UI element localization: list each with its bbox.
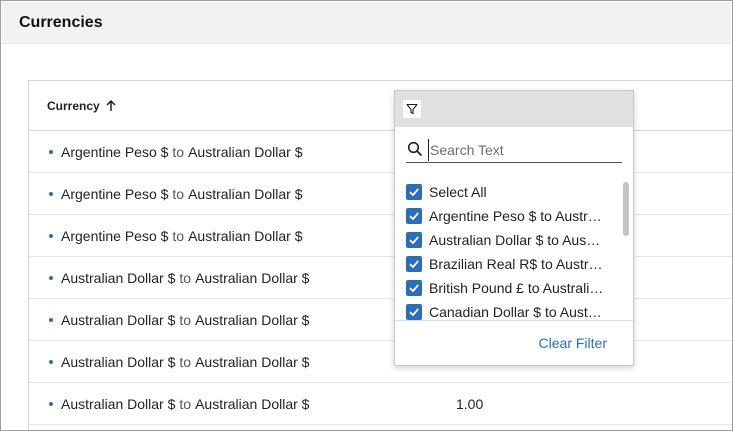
filter-option[interactable]: Canadian Dollar $ to Australian Dollar $ bbox=[406, 300, 616, 320]
to-word: to bbox=[179, 312, 192, 328]
column-header-label: Currency bbox=[47, 99, 100, 113]
rate-cell: 1.00 bbox=[456, 396, 484, 412]
clear-filter-button[interactable]: Clear Filter bbox=[539, 335, 607, 351]
filter-option[interactable]: Brazilian Real R$ to Australian Dollar $ bbox=[406, 252, 616, 276]
currency-cell: Australian Dollar $ to Australian Dollar $ bbox=[49, 396, 309, 412]
bullet-icon bbox=[49, 192, 53, 196]
page-title: Currencies bbox=[19, 14, 103, 31]
checkmark-icon bbox=[409, 188, 419, 197]
select-all-checkbox[interactable]: Select All bbox=[406, 180, 616, 204]
currency-cell: Argentine Peso $ to Australian Dollar $ bbox=[49, 186, 302, 202]
filter-popup: Select All Argentine Peso $ to Australian… bbox=[394, 90, 634, 366]
currency-to: Australian Dollar $ bbox=[188, 186, 303, 202]
filter-option[interactable]: Argentine Peso $ to Australian Dollar $ bbox=[406, 204, 616, 228]
page-header: Currencies bbox=[2, 2, 731, 44]
checklist-scrollbar[interactable] bbox=[623, 182, 629, 236]
filter-option[interactable]: Australian Dollar $ to Australian Dollar… bbox=[406, 228, 616, 252]
search-field bbox=[406, 139, 622, 163]
currency-from: Australian Dollar $ bbox=[61, 396, 176, 412]
checkmark-icon bbox=[409, 212, 419, 221]
currency-to: Australian Dollar $ bbox=[188, 144, 303, 160]
checkbox[interactable] bbox=[406, 256, 422, 272]
currency-from: Australian Dollar $ bbox=[61, 312, 176, 328]
filter-option-label: Australian Dollar $ to Australian Dollar… bbox=[429, 232, 604, 248]
bullet-icon bbox=[49, 360, 53, 364]
filter-checklist: Select All Argentine Peso $ to Australian… bbox=[406, 180, 616, 320]
filter-tab[interactable] bbox=[403, 100, 421, 118]
filter-tabbar bbox=[395, 91, 633, 127]
checkbox[interactable] bbox=[406, 208, 422, 224]
filter-footer: Clear Filter bbox=[395, 320, 633, 367]
table-row[interactable]: Australian Dollar $ to Australian Dollar $… bbox=[29, 383, 732, 425]
search-input[interactable] bbox=[428, 139, 620, 161]
to-word: to bbox=[172, 186, 185, 202]
checkmark-icon bbox=[409, 260, 419, 269]
currency-cell: Argentine Peso $ to Australian Dollar $ bbox=[49, 144, 302, 160]
checkbox[interactable] bbox=[406, 184, 422, 200]
currency-from: Argentine Peso $ bbox=[61, 144, 169, 160]
filter-option-label: Canadian Dollar $ to Australian Dollar $ bbox=[429, 304, 604, 320]
currency-from: Argentine Peso $ bbox=[61, 228, 169, 244]
currency-cell: Australian Dollar $ to Australian Dollar $ bbox=[49, 312, 309, 328]
checkmark-icon bbox=[409, 308, 419, 317]
currency-from: Australian Dollar $ bbox=[61, 354, 176, 370]
currency-to: Australian Dollar $ bbox=[188, 228, 303, 244]
filter-icon bbox=[406, 103, 418, 115]
filter-option-label: British Pound £ to Australian Dollar $ bbox=[429, 280, 604, 296]
currency-to: Australian Dollar $ bbox=[195, 270, 310, 286]
filter-option-label: Brazilian Real R$ to Australian Dollar $ bbox=[429, 256, 604, 272]
filter-option-label: Argentine Peso $ to Australian Dollar $ bbox=[429, 208, 604, 224]
currency-cell: Argentine Peso $ to Australian Dollar $ bbox=[49, 228, 302, 244]
currency-from: Australian Dollar $ bbox=[61, 270, 176, 286]
bullet-icon bbox=[49, 318, 53, 322]
bullet-icon bbox=[49, 150, 53, 154]
checkmark-icon bbox=[409, 284, 419, 293]
to-word: to bbox=[179, 354, 192, 370]
column-header-currency[interactable]: Currency bbox=[47, 99, 117, 113]
currency-cell: Australian Dollar $ to Australian Dollar $ bbox=[49, 270, 309, 286]
to-word: to bbox=[179, 396, 192, 412]
to-word: to bbox=[179, 270, 192, 286]
checkbox[interactable] bbox=[406, 304, 422, 320]
currency-to: Australian Dollar $ bbox=[195, 354, 310, 370]
search-icon bbox=[407, 141, 423, 157]
currency-to: Australian Dollar $ bbox=[195, 396, 310, 412]
arrow-up-icon[interactable] bbox=[105, 100, 117, 112]
checkbox[interactable] bbox=[406, 232, 422, 248]
bullet-icon bbox=[49, 234, 53, 238]
app-window: Currencies Currency Argentine Peso $ to Au… bbox=[0, 0, 733, 431]
bullet-icon bbox=[49, 276, 53, 280]
bullet-icon bbox=[49, 402, 53, 406]
currency-cell: Australian Dollar $ to Australian Dollar $ bbox=[49, 354, 309, 370]
checkbox[interactable] bbox=[406, 280, 422, 296]
to-word: to bbox=[172, 228, 185, 244]
filter-option[interactable]: British Pound £ to Australian Dollar $ bbox=[406, 276, 616, 300]
currency-to: Australian Dollar $ bbox=[195, 312, 310, 328]
checkmark-icon bbox=[409, 236, 419, 245]
currency-from: Argentine Peso $ bbox=[61, 186, 169, 202]
to-word: to bbox=[172, 144, 185, 160]
filter-option-label: Select All bbox=[429, 184, 487, 200]
